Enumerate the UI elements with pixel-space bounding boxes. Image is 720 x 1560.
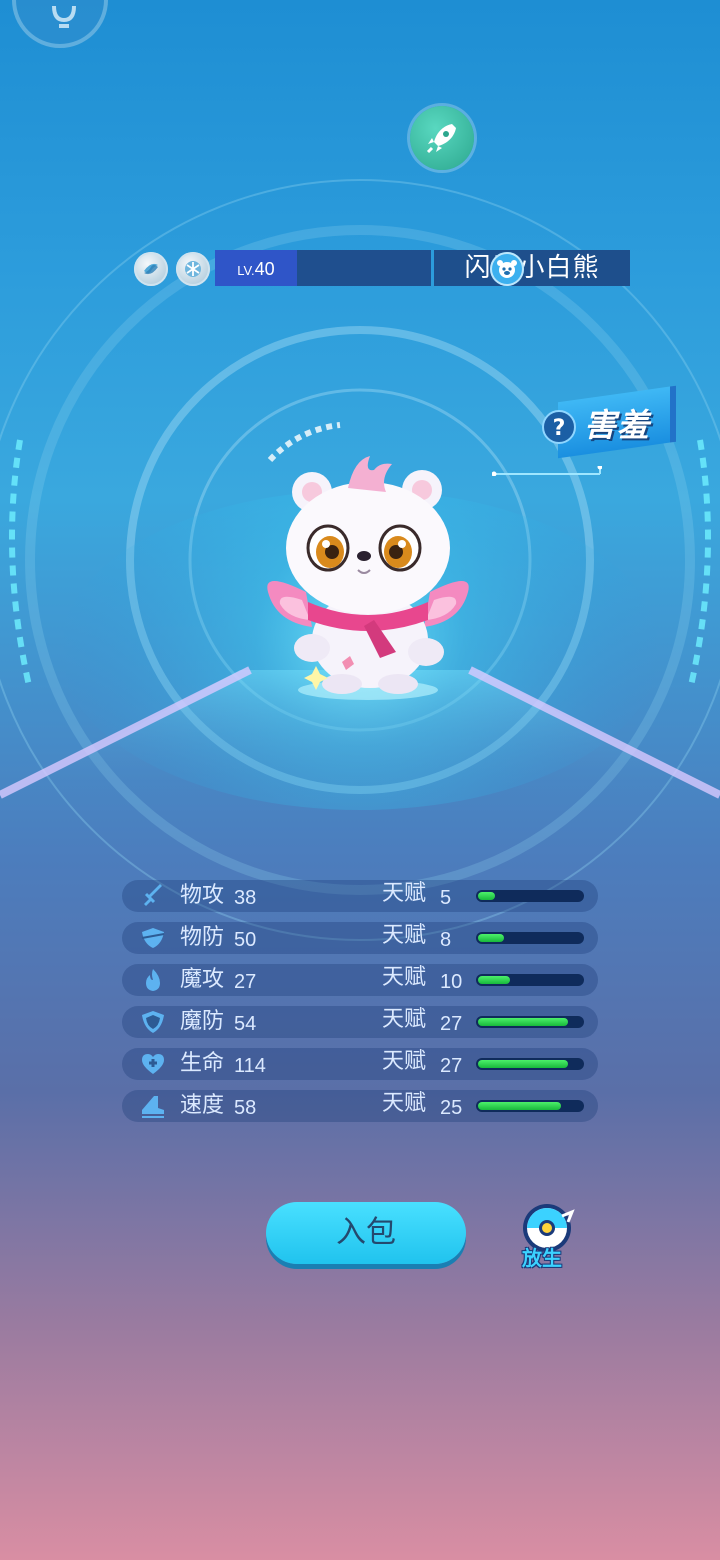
hint-button[interactable] (12, 0, 108, 48)
stat-value: 50 (234, 929, 257, 951)
rocket-icon (426, 124, 456, 154)
release-label: 放生 (522, 1246, 562, 1270)
magic-shield-icon (142, 1011, 164, 1033)
talent-label: 天赋 (382, 965, 427, 990)
talent-bar (476, 1100, 584, 1112)
talent-label: 天赋 (382, 1007, 427, 1032)
release-button[interactable]: 放生 (516, 1202, 578, 1270)
stat-row-speed: 速度 58 天赋 25 (122, 1090, 598, 1122)
stat-value: 27 (234, 971, 257, 993)
snowflake-badge-icon[interactable] (176, 252, 210, 286)
stat-row-hp: 生命 114 天赋 27 (122, 1048, 598, 1080)
talent-label: 天赋 (382, 881, 427, 906)
sword-icon (144, 884, 162, 906)
pet-name-bar: LV.40 闪光小白熊 (134, 250, 630, 288)
talent-value: 27 (440, 1055, 463, 1077)
trait-pointer-line (492, 466, 602, 476)
talent-value: 25 (440, 1097, 463, 1119)
stat-label: 生命 (180, 1051, 225, 1076)
talent-value: 27 (440, 1013, 463, 1035)
stat-label: 物攻 (180, 883, 225, 908)
talent-label: 天赋 (382, 1049, 427, 1074)
stat-label: 魔攻 (180, 967, 225, 992)
flame-icon (146, 969, 160, 991)
trait-tag[interactable]: ? 害羞 (540, 385, 676, 459)
talent-label: 天赋 (382, 923, 427, 948)
talent-bar-fill (478, 934, 504, 942)
talent-value: 10 (440, 971, 463, 993)
trait-label: 害羞 (584, 406, 651, 444)
talent-bar (476, 1058, 584, 1070)
stat-value: 114 (234, 1055, 266, 1077)
talent-bar-fill (478, 1102, 562, 1110)
talent-value: 5 (440, 887, 452, 909)
rocket-button[interactable] (410, 106, 474, 170)
talent-label: 天赋 (382, 1091, 427, 1116)
stat-row-magic-attack: 魔攻 27 天赋 10 (122, 964, 598, 996)
stat-row-defense: 物防 50 天赋 8 (122, 922, 598, 954)
stat-label: 速度 (180, 1093, 225, 1118)
pet-face-icon[interactable] (490, 252, 524, 286)
stats-panel: 物攻 38 天赋 5 物防 50 天赋 8 魔攻 27 天赋 10 魔防 54 … (122, 880, 598, 1132)
talent-bar-fill (478, 976, 511, 984)
arena-background (0, 179, 720, 941)
stat-label: 物防 (180, 925, 225, 950)
boot-icon (142, 1096, 164, 1118)
level-box: LV.40 (215, 250, 431, 286)
add-to-bag-button[interactable]: 入包 (266, 1202, 466, 1264)
pet-name: 闪光小白熊 (434, 250, 630, 286)
trait-help-icon[interactable]: ? (542, 410, 576, 444)
talent-bar (476, 890, 584, 902)
pet-character-image[interactable] (262, 452, 474, 702)
talent-bar-fill (478, 1060, 569, 1068)
level-value: 40 (254, 259, 275, 279)
talent-bar-fill (478, 1018, 569, 1026)
level-prefix: LV. (237, 263, 255, 278)
stat-row-attack: 物攻 38 天赋 5 (122, 880, 598, 912)
talent-bar (476, 974, 584, 986)
stat-value: 58 (234, 1097, 257, 1119)
talent-value: 8 (440, 929, 452, 951)
heart-plus-icon (142, 1054, 164, 1074)
talent-bar-fill (478, 892, 495, 900)
stat-row-magic-defense: 魔防 54 天赋 27 (122, 1006, 598, 1038)
talent-bar (476, 1016, 584, 1028)
shield-icon (141, 928, 165, 948)
stat-value: 38 (234, 887, 257, 909)
stat-value: 54 (234, 1013, 257, 1035)
talent-bar (476, 932, 584, 944)
element-badge-icon[interactable] (134, 252, 168, 286)
level-tag: LV.40 (215, 250, 297, 286)
lightbulb-icon (52, 6, 76, 28)
stat-label: 魔防 (180, 1009, 225, 1034)
